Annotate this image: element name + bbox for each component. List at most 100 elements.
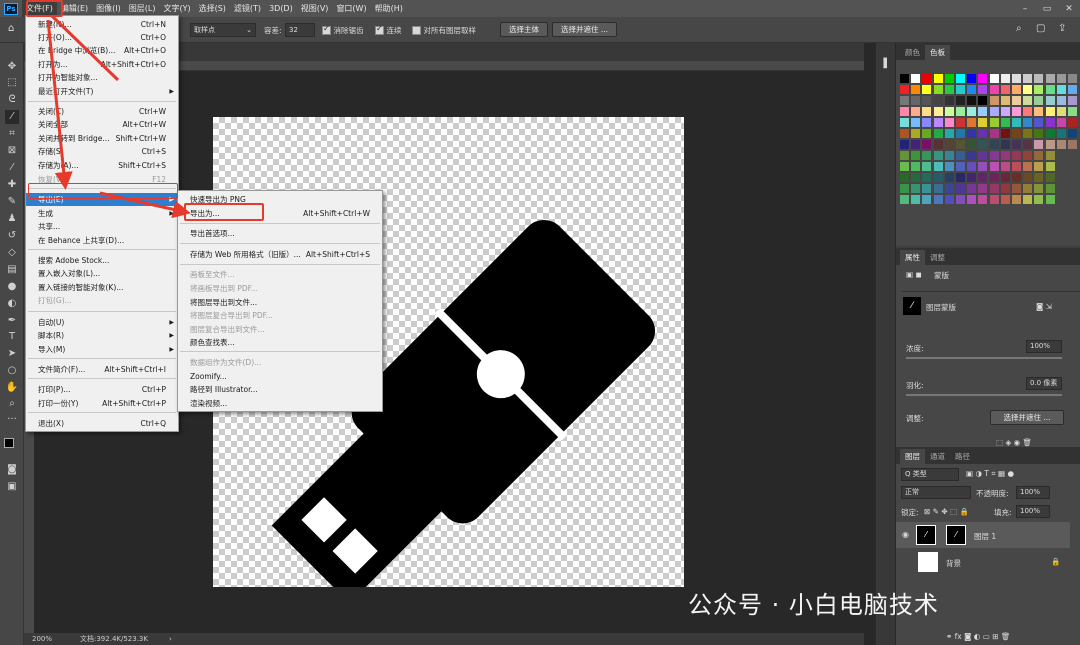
layer-mask-thumbnail[interactable]: ⁄ — [903, 297, 921, 315]
color-swatch[interactable] — [1000, 184, 1010, 193]
color-swatch[interactable] — [1034, 85, 1044, 94]
color-swatch[interactable] — [922, 129, 932, 138]
status-chevron-icon[interactable]: › — [169, 633, 172, 645]
layers-bottom-icons[interactable]: ⚭ fx ◙ ◐ ▭ ⊞ 🗑 — [946, 632, 1010, 641]
color-swatch[interactable] — [1023, 118, 1033, 127]
color-swatch[interactable] — [944, 107, 954, 116]
workspace-icon[interactable]: ▢ — [1036, 23, 1045, 34]
dodge-tool-icon[interactable]: ◐ — [5, 297, 19, 311]
file-menu-item[interactable]: 自动(U) ▶ — [26, 316, 178, 329]
export-menu-item[interactable]: 渲染视频... — [178, 397, 382, 410]
opacity-input[interactable]: 100% — [1016, 486, 1050, 499]
color-swatch[interactable] — [989, 151, 999, 160]
color-swatch[interactable] — [900, 74, 909, 83]
color-swatch[interactable] — [1068, 140, 1077, 149]
search-icon[interactable]: ⌕ — [1016, 23, 1022, 34]
color-swatch[interactable] — [1000, 195, 1010, 204]
color-swatch[interactable] — [900, 140, 909, 149]
color-swatch[interactable] — [1056, 140, 1066, 149]
close-icon[interactable]: ✕ — [1058, 4, 1080, 14]
color-swatch[interactable] — [1000, 140, 1010, 149]
color-swatch[interactable] — [900, 195, 909, 204]
color-swatch[interactable] — [978, 140, 988, 149]
color-swatch[interactable] — [900, 162, 909, 171]
color-swatch[interactable] — [1045, 96, 1055, 105]
color-swatch[interactable] — [1012, 96, 1021, 105]
color-swatch[interactable] — [922, 162, 932, 171]
color-swatch[interactable] — [911, 118, 921, 127]
color-swatch[interactable] — [1034, 195, 1044, 204]
color-swatch[interactable] — [967, 173, 977, 182]
color-swatch[interactable] — [967, 151, 977, 160]
color-swatch[interactable] — [978, 195, 988, 204]
color-swatch[interactable] — [1034, 107, 1044, 116]
share-icon[interactable]: ⇪ — [1058, 23, 1066, 34]
path-selection-icon[interactable]: ➤ — [5, 347, 19, 361]
color-swatch[interactable] — [922, 195, 932, 204]
color-swatch[interactable] — [1000, 162, 1010, 171]
color-swatch[interactable] — [1023, 162, 1033, 171]
color-swatch[interactable] — [933, 140, 943, 149]
color-swatch[interactable] — [933, 184, 943, 193]
color-swatch[interactable] — [1012, 129, 1021, 138]
color-swatch[interactable] — [1012, 151, 1021, 160]
color-swatch[interactable] — [911, 74, 921, 83]
color-swatch[interactable] — [956, 173, 965, 182]
color-swatch[interactable] — [1000, 96, 1010, 105]
color-swatch[interactable] — [967, 140, 977, 149]
color-swatch[interactable] — [1000, 129, 1010, 138]
color-swatch[interactable] — [978, 162, 988, 171]
color-swatch[interactable] — [956, 195, 965, 204]
color-swatch[interactable] — [933, 162, 943, 171]
color-swatch[interactable] — [1012, 107, 1021, 116]
color-swatch[interactable] — [944, 96, 954, 105]
color-swatch[interactable] — [1012, 162, 1021, 171]
color-swatch[interactable] — [1045, 184, 1055, 193]
color-swatch[interactable] — [956, 118, 965, 127]
color-swatch[interactable] — [978, 74, 988, 83]
color-swatch[interactable] — [933, 195, 943, 204]
color-swatch[interactable] — [944, 173, 954, 182]
color-swatch[interactable] — [1034, 151, 1044, 160]
color-swatch[interactable] — [1045, 85, 1055, 94]
color-swatch[interactable] — [911, 151, 921, 160]
color-swatch[interactable] — [989, 118, 999, 127]
color-swatch[interactable] — [1056, 96, 1066, 105]
color-swatch[interactable] — [978, 85, 988, 94]
export-menu-item[interactable]: 颜色查找表... — [178, 336, 382, 349]
color-swatch[interactable] — [933, 107, 943, 116]
density-slider[interactable] — [906, 357, 1062, 359]
color-swatch[interactable] — [911, 140, 921, 149]
color-swatch[interactable] — [1068, 129, 1077, 138]
layer-filter-icons[interactable]: ▣ ◑ T ⌗ ▦ ● — [966, 469, 1014, 479]
color-swatch[interactable] — [1012, 140, 1021, 149]
color-swatch[interactable] — [922, 184, 932, 193]
color-swatch[interactable] — [1012, 195, 1021, 204]
color-swatch[interactable] — [1000, 107, 1010, 116]
color-swatch[interactable] — [944, 195, 954, 204]
color-swatch[interactable] — [1045, 129, 1055, 138]
color-swatch[interactable] — [1023, 96, 1033, 105]
color-swatch[interactable] — [1000, 85, 1010, 94]
file-menu-item[interactable]: 打印一份(Y) Alt+Shift+Ctrl+P — [26, 397, 178, 410]
color-swatch[interactable] — [1023, 184, 1033, 193]
color-swatch[interactable] — [956, 85, 965, 94]
color-swatch[interactable] — [967, 184, 977, 193]
color-swatch[interactable] — [978, 118, 988, 127]
feather-input[interactable]: 0.0 像素 — [1026, 377, 1062, 390]
layer-filter-select[interactable]: Q 类型 — [901, 468, 959, 481]
color-swatch[interactable] — [1034, 74, 1044, 83]
color-swatch[interactable] — [1068, 118, 1077, 127]
layer-row-background[interactable]: 背景 🔒 — [896, 549, 1070, 575]
color-swatch[interactable] — [1068, 96, 1077, 105]
color-swatch[interactable] — [900, 118, 909, 127]
visibility-eye-icon[interactable]: ◉ — [902, 530, 909, 539]
color-swatch[interactable] — [989, 162, 999, 171]
color-swatch[interactable] — [922, 74, 932, 83]
sample-all-layers-checkbox[interactable]: 对所有图层取样 — [412, 25, 476, 36]
tab-paths[interactable]: 路径 — [950, 449, 975, 464]
color-swatch[interactable] — [933, 173, 943, 182]
color-swatch[interactable] — [967, 129, 977, 138]
color-swatch[interactable] — [1012, 184, 1021, 193]
color-swatch[interactable] — [989, 173, 999, 182]
